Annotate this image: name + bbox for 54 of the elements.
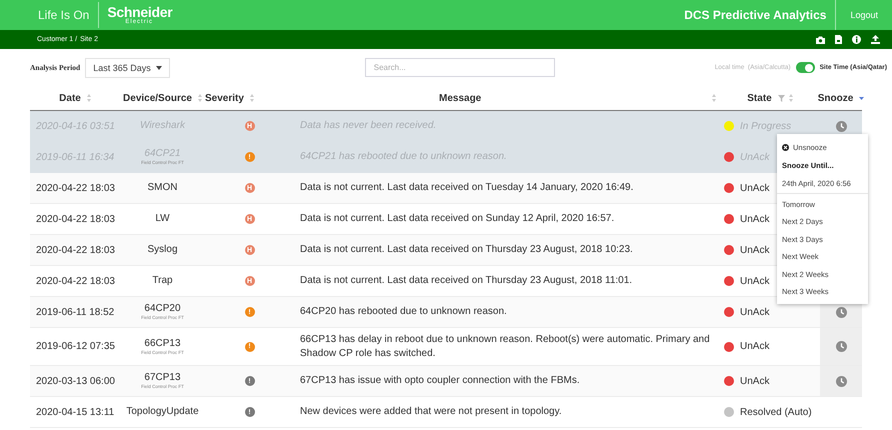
device-name: SMON — [148, 182, 178, 194]
device-name: 66CP13 — [144, 338, 181, 350]
message-cell: 64CP20 has rebooted due to unknown reason. — [300, 305, 507, 319]
column-header[interactable]: Message — [439, 92, 482, 104]
state-label: UnAck — [740, 276, 770, 286]
clock-icon[interactable] — [836, 120, 846, 132]
message-cell: 66CP13 has delay in reboot due to unknown reason. Reboot(s) were automatic. Primary and Shadow CP role has switched. — [300, 333, 710, 360]
tagline: Life Is On — [38, 2, 100, 28]
date-cell: 2020-04-22 18:03 — [36, 276, 115, 286]
caret-icon — [156, 66, 162, 70]
message-cell: Data is not current. Last data received on Thursday 23 August, 2018 10:23. — [300, 243, 633, 257]
device-name: LW — [155, 213, 170, 225]
column-header[interactable]: State — [747, 92, 772, 104]
state-label: UnAck — [740, 244, 770, 256]
state-label: UnAck — [740, 306, 770, 318]
state-label: UnAck — [740, 341, 770, 352]
sort-descending-icon[interactable] — [859, 96, 864, 100]
date-cell: 2020-03-13 06:00 — [36, 376, 115, 386]
period-dropdown[interactable]: Last 365 Days — [85, 58, 170, 78]
info-icon[interactable] — [852, 35, 861, 44]
device-name: 64CP20 — [144, 303, 181, 316]
column-header[interactable]: Date — [59, 92, 81, 104]
filter-icon[interactable] — [778, 94, 785, 102]
device-name: Syslog — [147, 244, 178, 256]
device-name: TopologyUpdate — [126, 406, 199, 418]
state-label: UnAck — [740, 214, 770, 224]
date-cell: 2020-04-15 13:11 — [36, 406, 114, 418]
message-cell: Data is not current. Last data received on Thursday 23 August, 2018 11:01. — [300, 274, 632, 288]
device-name: Trap — [152, 275, 173, 287]
document-icon[interactable] — [835, 35, 842, 44]
camera-icon[interactable] — [816, 36, 825, 44]
message-cell: 67CP13 has issue with opto coupler connection with the FBMs. — [300, 374, 580, 388]
date-cell: 2020-04-22 18:03 — [36, 214, 115, 224]
date-cell: 2020-04-22 18:03 — [36, 182, 115, 194]
column-header[interactable]: Snooze — [818, 92, 854, 104]
state-label: UnAck — [740, 376, 770, 386]
date-cell: 2019-06-11 18:52 — [36, 306, 114, 318]
message-cell: Data is not current. Last data received on Tuesday 14 January, 2020 16:49. — [300, 181, 634, 195]
date-cell: 2019-06-12 07:35 — [36, 341, 115, 352]
date-cell: 2020-04-22 18:03 — [36, 244, 115, 256]
device-name: 67CP13 — [144, 372, 181, 384]
state-label: UnAck — [740, 182, 770, 194]
clock-icon[interactable] — [836, 376, 846, 386]
clock-icon[interactable] — [836, 341, 846, 352]
clock-icon[interactable] — [836, 306, 846, 318]
message-cell: Data is not current. Last data received on Sunday 12 April, 2020 16:57. — [300, 212, 614, 226]
close-icon — [782, 144, 789, 152]
column-header[interactable]: Device/Source — [123, 92, 192, 104]
search-field[interactable]: Search... — [364, 58, 555, 77]
message-cell: New devices were added that were not present in topology. — [300, 405, 562, 419]
time-toggle[interactable] — [796, 62, 815, 73]
upload-icon[interactable] — [871, 35, 880, 44]
column-header[interactable]: Severity — [205, 92, 244, 104]
state-label: Resolved (Auto) — [740, 406, 812, 418]
